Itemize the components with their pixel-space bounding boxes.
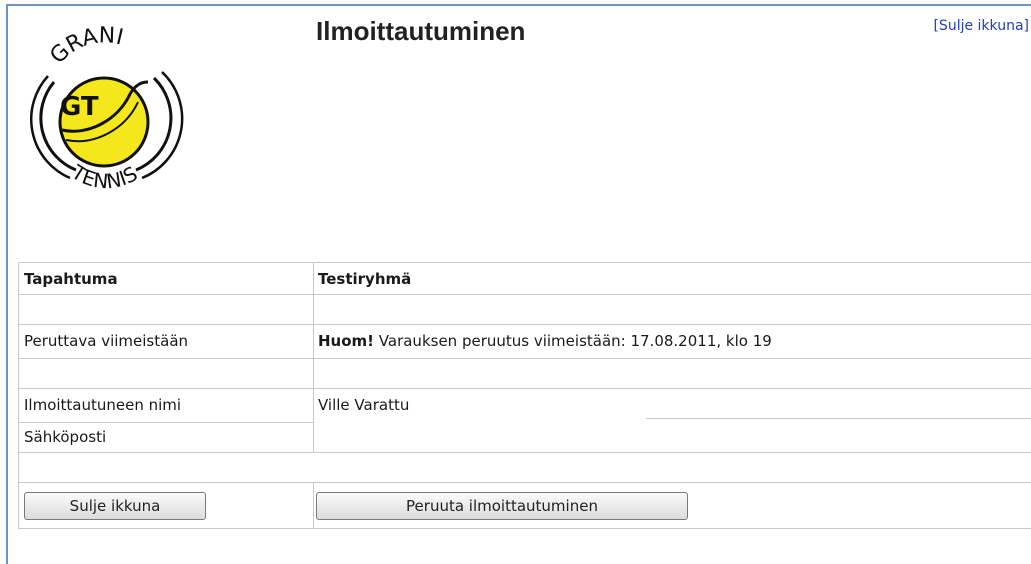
cancel-registration-button[interactable]: Peruuta ilmoittautuminen [316, 492, 688, 520]
notice-text: Varauksen peruutus viimeistään: 17.08.20… [374, 332, 772, 350]
close-window-link[interactable]: [Sulje ikkuna] [933, 18, 1029, 34]
grani-tennis-logo: GT GRANI TENNIS [30, 23, 184, 192]
column-divider [313, 482, 314, 529]
logo-gt-text: GT [60, 92, 99, 122]
row-divider [18, 294, 1031, 295]
svg-text:GRANI: GRANI [45, 23, 125, 69]
page-title: Ilmoittautuminen [316, 16, 526, 46]
column-divider [313, 262, 314, 452]
row-divider [18, 324, 1031, 325]
name-label: Ilmoittautuneen nimi [24, 396, 182, 414]
email-label: Sähköposti [24, 428, 107, 446]
name-value: Ville Varattu [318, 396, 410, 414]
logo-top-text: GRANI [45, 23, 125, 69]
row-divider [18, 358, 1031, 359]
row-divider [18, 422, 313, 423]
row-divider [18, 482, 1031, 483]
event-value: Testiryhmä [318, 270, 412, 288]
cancel-deadline-label: Peruttava viimeistään [24, 332, 189, 350]
close-window-button[interactable]: Sulje ikkuna [24, 492, 206, 520]
column-divider [18, 262, 19, 529]
row-divider [646, 418, 1031, 419]
row-divider [18, 388, 1031, 389]
row-divider [18, 452, 1031, 453]
row-divider [18, 262, 1031, 263]
registration-form: Tapahtuma Testiryhmä Peruttava viimeistä… [18, 262, 1031, 530]
event-label: Tapahtuma [24, 270, 118, 288]
cancel-deadline-notice: Huom! Varauksen peruutus viimeistään: 17… [318, 332, 772, 350]
notice-emphasis: Huom! [318, 332, 375, 350]
row-divider [18, 528, 1031, 529]
